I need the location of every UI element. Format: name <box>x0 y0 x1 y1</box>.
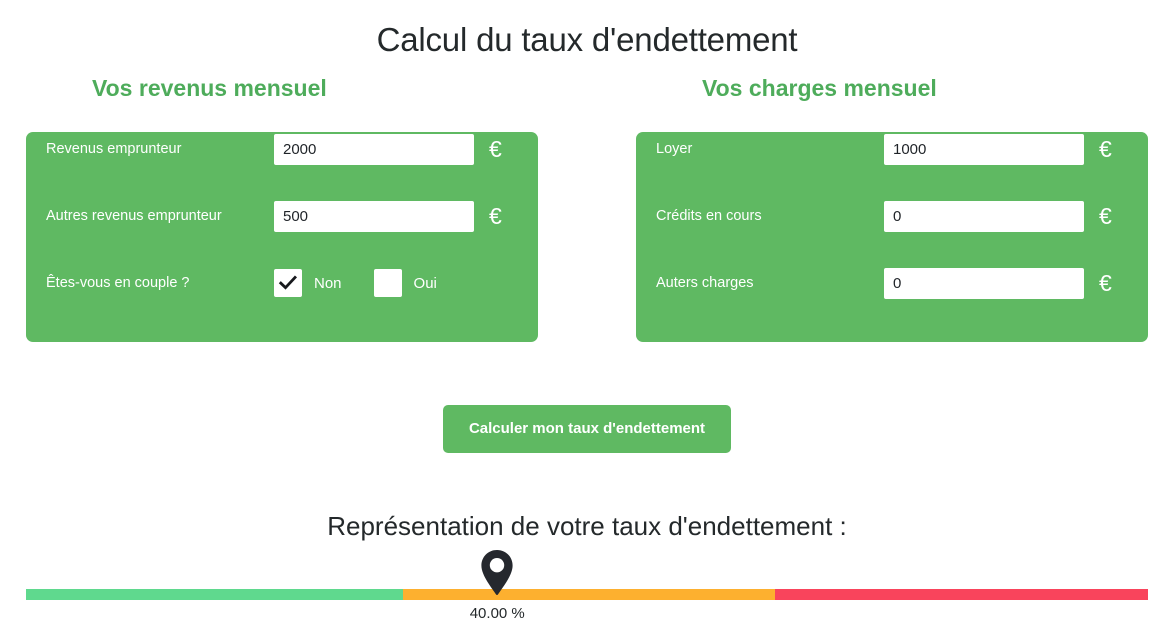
check-icon <box>274 269 302 297</box>
field-row-credits-en-cours: Crédits en cours € <box>656 199 1128 233</box>
calculate-button[interactable]: Calculer mon taux d'endettement <box>442 405 732 453</box>
charges-panel: Loyer € Crédits en cours € Auters charge… <box>636 132 1148 342</box>
label-autres-revenus-emprunteur: Autres revenus emprunteur <box>46 208 222 224</box>
gauge-segment-zone-verte <box>26 589 403 600</box>
gauge-bar <box>26 589 1148 600</box>
euro-icon: € <box>489 202 502 229</box>
map-marker-icon <box>477 548 517 596</box>
couple-checkbox-group: Non Oui <box>274 269 437 297</box>
input-revenus-emprunteur[interactable] <box>274 133 474 165</box>
income-panel-legend: Vos revenus mensuel <box>78 71 341 107</box>
checkbox-label-oui[interactable]: Oui <box>414 275 437 292</box>
calculate-button-row: Calculer mon taux d'endettement <box>0 405 1174 453</box>
euro-icon: € <box>1099 202 1112 229</box>
charges-panel-wrapper: Vos charges mensuel Loyer € Crédits en c… <box>636 71 1148 342</box>
label-etes-vous-en-couple: Êtes-vous en couple ? <box>46 275 190 291</box>
field-row-auters-charges: Auters charges € <box>656 266 1128 300</box>
label-revenus-emprunteur: Revenus emprunteur <box>46 141 182 157</box>
euro-icon: € <box>489 135 502 162</box>
input-autres-revenus-emprunteur[interactable] <box>274 200 474 232</box>
checkbox-label-non[interactable]: Non <box>314 275 342 292</box>
checkbox-non[interactable] <box>274 269 302 297</box>
field-row-couple: Êtes-vous en couple ? Non Oui <box>46 266 518 300</box>
charges-panel-legend: Vos charges mensuel <box>688 71 951 107</box>
gauge-area: 40.00 % <box>26 550 1148 622</box>
checkbox-oui[interactable] <box>373 269 402 297</box>
page-title: Calcul du taux d'endettement <box>376 21 798 58</box>
field-row-loyer: Loyer € <box>656 132 1128 166</box>
label-auters-charges: Auters charges <box>656 275 754 291</box>
field-row-autres-revenus: Autres revenus emprunteur € <box>46 199 518 233</box>
euro-icon: € <box>1099 269 1112 296</box>
gauge-value-label: 40.00 % <box>469 605 525 622</box>
input-auters-charges[interactable] <box>884 267 1084 299</box>
field-row-revenus-emprunteur: Revenus emprunteur € <box>46 132 518 166</box>
input-credits-en-cours[interactable] <box>884 200 1084 232</box>
panels-row: Vos revenus mensuel Revenus emprunteur €… <box>0 71 1174 342</box>
gauge-segment-zone-rouge <box>775 589 1148 600</box>
input-loyer[interactable] <box>884 133 1084 165</box>
label-loyer: Loyer <box>656 141 693 157</box>
result-title: Représentation de votre taux d'endetteme… <box>327 511 847 541</box>
euro-icon: € <box>1099 135 1112 162</box>
gauge-segment-zone-orange <box>402 589 776 600</box>
income-panel: Revenus emprunteur € Autres revenus empr… <box>26 132 538 342</box>
income-panel-wrapper: Vos revenus mensuel Revenus emprunteur €… <box>26 71 538 342</box>
label-credits-en-cours: Crédits en cours <box>656 208 762 224</box>
